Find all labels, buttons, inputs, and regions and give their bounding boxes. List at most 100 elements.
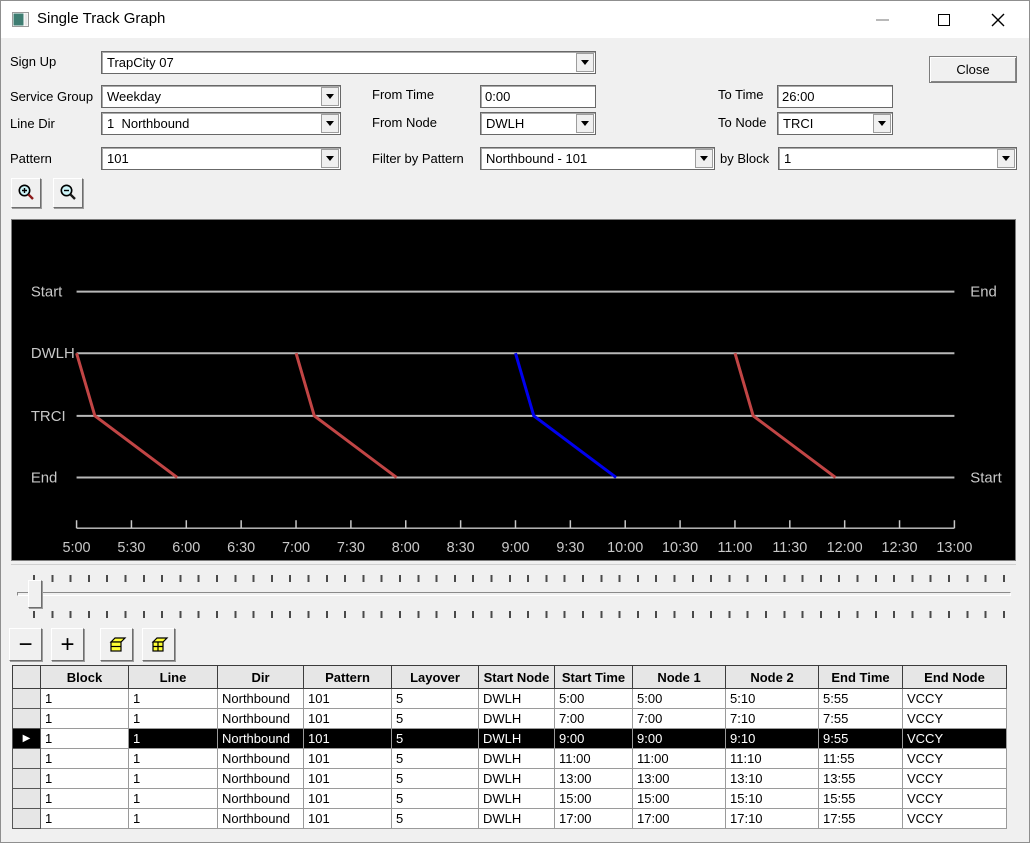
- table-cell[interactable]: 13:00: [633, 769, 726, 789]
- table-cell[interactable]: 5:10: [726, 689, 819, 709]
- table-cell[interactable]: 101: [304, 689, 392, 709]
- table-cell[interactable]: 5: [392, 729, 479, 749]
- table-cell[interactable]: VCCY: [903, 709, 1007, 729]
- table-cell[interactable]: 7:00: [633, 709, 726, 729]
- column-header[interactable]: Line: [129, 666, 218, 689]
- table-cell[interactable]: 5:00: [633, 689, 726, 709]
- table-cell[interactable]: VCCY: [903, 729, 1007, 749]
- table-cell[interactable]: 7:55: [819, 709, 903, 729]
- table-cell[interactable]: Northbound: [218, 709, 304, 729]
- minimize-button[interactable]: [859, 1, 905, 38]
- table-cell[interactable]: 15:55: [819, 789, 903, 809]
- row-selector[interactable]: [13, 809, 41, 829]
- table-cell[interactable]: 101: [304, 709, 392, 729]
- table-cell[interactable]: 13:10: [726, 769, 819, 789]
- table-cell[interactable]: 5: [392, 689, 479, 709]
- table-cell[interactable]: Northbound: [218, 729, 304, 749]
- table-cell[interactable]: 5: [392, 749, 479, 769]
- table-cell[interactable]: DWLH: [479, 749, 555, 769]
- row-selector-current[interactable]: ▶: [13, 729, 41, 749]
- table-cell[interactable]: VCCY: [903, 689, 1007, 709]
- to-time-input[interactable]: [777, 85, 893, 108]
- column-header[interactable]: Layover: [392, 666, 479, 689]
- train-graph-panel[interactable]: StartEndDWLHTRCIEndStart5:005:306:006:30…: [11, 219, 1016, 561]
- table-cell[interactable]: Northbound: [218, 689, 304, 709]
- close-window-button[interactable]: [975, 1, 1021, 38]
- table-cell[interactable]: 5: [392, 789, 479, 809]
- row-selector[interactable]: [13, 749, 41, 769]
- column-header[interactable]: Pattern: [304, 666, 392, 689]
- table-cell[interactable]: 5: [392, 769, 479, 789]
- table-cell[interactable]: 9:00: [555, 729, 633, 749]
- pattern-select[interactable]: 101: [101, 147, 341, 170]
- table-cell[interactable]: 11:00: [633, 749, 726, 769]
- row-selector[interactable]: [13, 689, 41, 709]
- table-cell[interactable]: VCCY: [903, 769, 1007, 789]
- table-cell[interactable]: 1: [41, 789, 129, 809]
- table-cell[interactable]: 17:55: [819, 809, 903, 829]
- chevron-down-icon[interactable]: [321, 87, 339, 106]
- table-cell[interactable]: VCCY: [903, 749, 1007, 769]
- filter-by-pattern-select[interactable]: Northbound - 101: [480, 147, 715, 170]
- table-cell[interactable]: 1: [41, 749, 129, 769]
- table-cell[interactable]: Northbound: [218, 789, 304, 809]
- column-header[interactable]: Start Time: [555, 666, 633, 689]
- table-cell[interactable]: DWLH: [479, 809, 555, 829]
- chevron-down-icon[interactable]: [576, 114, 594, 133]
- table-cell[interactable]: 15:00: [555, 789, 633, 809]
- table-cell[interactable]: 1: [41, 689, 129, 709]
- table-cell[interactable]: 1: [129, 769, 218, 789]
- table-cell[interactable]: VCCY: [903, 809, 1007, 829]
- table-cell[interactable]: 13:55: [819, 769, 903, 789]
- table-cell[interactable]: 11:10: [726, 749, 819, 769]
- zoom-in-button[interactable]: [11, 178, 41, 208]
- table-cell[interactable]: 5:00: [555, 689, 633, 709]
- table-cell[interactable]: 5: [392, 709, 479, 729]
- table-cell[interactable]: DWLH: [479, 729, 555, 749]
- row-selector[interactable]: [13, 789, 41, 809]
- zoom-out-button[interactable]: [53, 178, 83, 208]
- table-cell[interactable]: Northbound: [218, 769, 304, 789]
- table-cell[interactable]: 101: [304, 749, 392, 769]
- table-cell[interactable]: 1: [129, 809, 218, 829]
- chevron-down-icon[interactable]: [321, 114, 339, 133]
- close-button[interactable]: Close: [929, 56, 1017, 83]
- table-cell[interactable]: 15:00: [633, 789, 726, 809]
- to-node-select[interactable]: TRCI: [777, 112, 893, 135]
- column-header[interactable]: Node 2: [726, 666, 819, 689]
- table-cell[interactable]: 1: [129, 709, 218, 729]
- table-cell[interactable]: 1: [41, 809, 129, 829]
- table-cell[interactable]: 11:00: [555, 749, 633, 769]
- from-time-input[interactable]: [480, 85, 596, 108]
- cube-grid-view-button[interactable]: [142, 628, 175, 661]
- column-header[interactable]: End Node: [903, 666, 1007, 689]
- table-cell[interactable]: 5:55: [819, 689, 903, 709]
- column-header[interactable]: Dir: [218, 666, 304, 689]
- chevron-down-icon[interactable]: [873, 114, 891, 133]
- column-header[interactable]: Block: [41, 666, 129, 689]
- trackbar-groove[interactable]: [17, 592, 1011, 596]
- table-cell[interactable]: 1: [41, 729, 129, 749]
- table-cell[interactable]: DWLH: [479, 689, 555, 709]
- line-dir-select[interactable]: 1 Northbound: [101, 112, 341, 135]
- table-cell[interactable]: 17:10: [726, 809, 819, 829]
- chevron-down-icon[interactable]: [321, 149, 339, 168]
- table-cell[interactable]: Northbound: [218, 749, 304, 769]
- row-selector[interactable]: [13, 709, 41, 729]
- table-cell[interactable]: 1: [41, 769, 129, 789]
- table-cell[interactable]: 101: [304, 769, 392, 789]
- table-cell[interactable]: 17:00: [555, 809, 633, 829]
- remove-trip-button[interactable]: −: [9, 628, 42, 661]
- table-cell[interactable]: 17:00: [633, 809, 726, 829]
- table-cell[interactable]: 5: [392, 809, 479, 829]
- by-block-select[interactable]: 1: [778, 147, 1017, 170]
- time-scroll-trackbar[interactable]: [11, 564, 1016, 620]
- table-cell[interactable]: VCCY: [903, 789, 1007, 809]
- table-cell[interactable]: 1: [41, 709, 129, 729]
- table-cell[interactable]: DWLH: [479, 789, 555, 809]
- table-cell[interactable]: 101: [304, 809, 392, 829]
- column-header[interactable]: Start Node: [479, 666, 555, 689]
- trackbar-thumb[interactable]: [28, 580, 42, 608]
- table-cell[interactable]: 15:10: [726, 789, 819, 809]
- table-cell[interactable]: 11:55: [819, 749, 903, 769]
